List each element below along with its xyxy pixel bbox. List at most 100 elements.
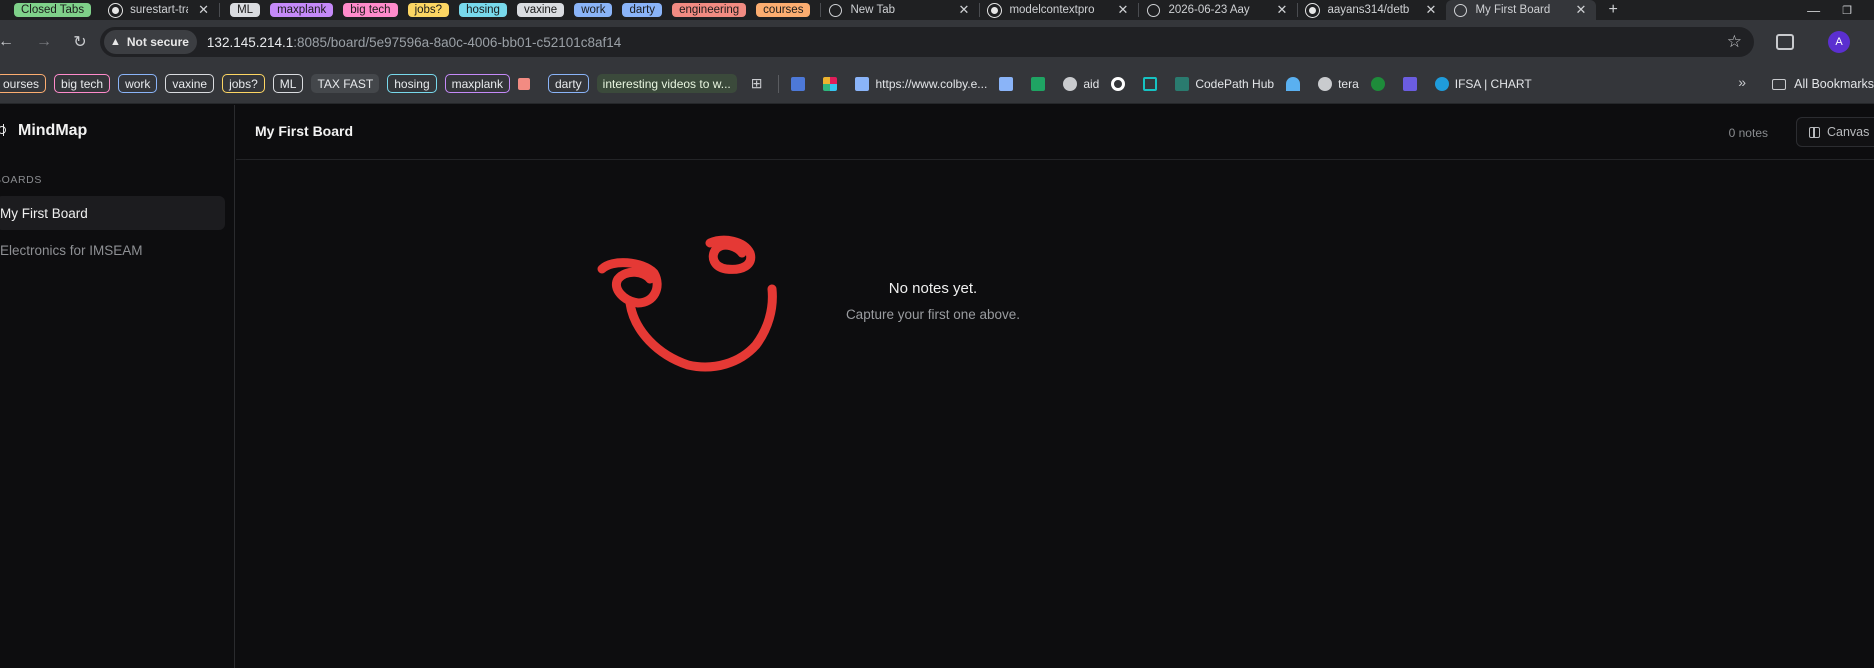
bookmark-group-jobs[interactable]: jobs?	[222, 74, 265, 93]
close-icon[interactable]: ✕	[1118, 2, 1129, 18]
bookmark-group-ml[interactable]: ML	[272, 74, 304, 93]
bookmark-circle[interactable]	[1111, 76, 1131, 91]
sidebar: MindMap BOARDS My First Board Electronic…	[0, 105, 235, 668]
tab-group-vaxine[interactable]: vaxine	[516, 3, 565, 17]
bookmark-square[interactable]	[517, 77, 536, 90]
all-bookmarks-button[interactable]: All Bookmarks	[1772, 64, 1874, 103]
bookmark-group-maxplank[interactable]: maxplank	[444, 74, 510, 93]
bookmark-label: CodePath Hub	[1195, 76, 1275, 91]
apps-grid-icon[interactable]: ⊞	[751, 75, 763, 92]
close-icon[interactable]: ✕	[959, 2, 970, 18]
tab-group-hosing[interactable]: hosing	[459, 3, 507, 17]
board-header: My First Board 0 notes Canvas	[236, 105, 1874, 160]
forward-icon[interactable]: →	[30, 28, 58, 56]
globe-icon	[1318, 76, 1333, 91]
profile-avatar[interactable]: A	[1828, 31, 1850, 53]
sidebar-item-electronics-for-imseam[interactable]: Electronics for IMSEAM	[0, 233, 225, 267]
security-label: Not secure	[126, 35, 189, 49]
sidebar-item-my-first-board[interactable]: My First Board	[0, 196, 225, 230]
bookmark-interesting-videos[interactable]: interesting videos to w...	[596, 74, 737, 93]
tab-title: modelcontextpro	[1009, 4, 1095, 16]
tab-group-jobs[interactable]: jobs?	[407, 3, 450, 17]
tab-modelcontextpro[interactable]: modelcontextpro ✕	[980, 0, 1138, 20]
restore-icon[interactable]: ❐	[1842, 0, 1874, 20]
url-host: 132.145.214.1	[206, 34, 294, 50]
globe-icon	[1454, 3, 1468, 17]
close-icon[interactable]: ✕	[1576, 2, 1587, 18]
tab-surestart[interactable]: surestart-trailbla ✕	[101, 0, 219, 20]
security-chip[interactable]: ▲ Not secure	[104, 30, 197, 54]
close-icon[interactable]: ✕	[1426, 2, 1437, 18]
empty-state-title: No notes yet.	[888, 280, 978, 297]
bookmarks-bar: ourses big tech work vaxine jobs? ML TAX…	[0, 64, 1874, 104]
bookmark-docs[interactable]	[791, 76, 811, 91]
tab-aayans314[interactable]: aayans314/detb ✕	[1298, 0, 1446, 20]
tab-group-ml[interactable]: ML	[230, 3, 261, 17]
tab-new-tab[interactable]: New Tab ✕	[821, 0, 979, 20]
tab-title: My First Board	[1475, 4, 1551, 16]
brand[interactable]: MindMap	[0, 122, 87, 140]
bookmark-group-work[interactable]: work	[118, 74, 158, 93]
bookmarks-overflow-icon[interactable]: »	[1738, 74, 1746, 90]
bookmark-group-hosing[interactable]: hosing	[387, 74, 437, 93]
canvas-view-button[interactable]: Canvas	[1796, 117, 1874, 147]
close-icon[interactable]: ✕	[198, 2, 209, 18]
sheets-icon	[1031, 76, 1046, 91]
teal-app-icon	[1143, 76, 1158, 91]
new-tab-button[interactable]: +	[1596, 0, 1627, 20]
empty-state-subtitle: Capture your first one above.	[845, 307, 1021, 322]
tab-group-engineering[interactable]: engineering	[672, 3, 747, 17]
bookmark-star-icon[interactable]: ☆	[1727, 32, 1742, 52]
tab-group-big-tech[interactable]: big tech	[343, 3, 398, 17]
bookmark-purple[interactable]	[1402, 76, 1423, 91]
url-text[interactable]: 132.145.214.1:8085/board/5e97596a-8a0c-4…	[207, 35, 621, 50]
colby-icon	[855, 76, 870, 91]
tab-separator	[219, 3, 221, 17]
tab-strip: Closed Tabs surestart-trailbla ✕ ML maxp…	[0, 0, 1874, 20]
freehand-drawing[interactable]	[592, 233, 862, 413]
folder-icon	[1772, 78, 1787, 90]
salesforce-icon	[1434, 76, 1449, 91]
bookmark-teal[interactable]	[1143, 76, 1163, 91]
bookmark-sheets[interactable]	[1031, 76, 1051, 91]
tab-my-first-board[interactable]: My First Board ✕	[1446, 0, 1597, 20]
tab-group-closed-tabs[interactable]: Closed Tabs	[14, 3, 92, 17]
bookmark-colby-2[interactable]	[999, 76, 1019, 91]
address-bar[interactable]: ▲ Not secure 132.145.214.1:8085/board/5e…	[100, 27, 1754, 57]
tab-title: surestart-trailbla	[130, 4, 188, 16]
bookmark-label: aid	[1083, 76, 1100, 91]
all-bookmarks-label: All Bookmarks	[1794, 77, 1874, 91]
tab-group-darty[interactable]: darty	[622, 3, 663, 17]
close-icon[interactable]: ✕	[1277, 2, 1288, 18]
tab-2026-06-23[interactable]: 2026-06-23 Aay ✕	[1139, 0, 1297, 20]
minimize-icon[interactable]: —	[1785, 0, 1842, 20]
github-icon	[108, 2, 124, 18]
bookmark-codepath[interactable]: CodePath Hub	[1175, 76, 1275, 91]
bookmark-colby[interactable]: https://www.colby.e...	[855, 76, 988, 91]
docs-icon	[791, 76, 806, 91]
bookmark-vector[interactable]	[1286, 76, 1306, 91]
tab-group-maxplank[interactable]: maxplank	[270, 3, 334, 17]
bookmark-separator	[778, 74, 780, 93]
bookmark-ifsa[interactable]: IFSA | CHART	[1434, 76, 1532, 91]
extensions-icon[interactable]	[1776, 34, 1794, 50]
bookmark-group-darty[interactable]: darty	[547, 74, 589, 93]
purple-app-icon	[1402, 76, 1417, 91]
red-square-icon	[517, 77, 530, 90]
bookmark-green-d[interactable]	[1370, 76, 1391, 91]
bookmark-tax-fast[interactable]: TAX FAST	[311, 74, 380, 93]
bookmark-slack[interactable]	[823, 76, 843, 91]
bookmark-aid[interactable]: aid	[1063, 76, 1100, 91]
back-icon[interactable]: ←	[0, 28, 20, 56]
bookmark-tera[interactable]: tera	[1318, 76, 1359, 91]
bookmark-group-big-tech[interactable]: big tech	[54, 74, 111, 93]
bookmark-label: https://www.colby.e...	[875, 76, 988, 91]
mindmap-logo-icon	[0, 124, 10, 138]
tab-group-courses[interactable]: courses	[756, 3, 811, 17]
tab-group-work[interactable]: work	[574, 3, 613, 17]
bookmark-group-vaxine[interactable]: vaxine	[165, 74, 215, 93]
bookmark-group-courses[interactable]: ourses	[0, 74, 47, 93]
slack-icon	[823, 76, 838, 91]
board-title: My First Board	[255, 123, 354, 139]
reload-icon[interactable]: ↻	[66, 28, 94, 56]
